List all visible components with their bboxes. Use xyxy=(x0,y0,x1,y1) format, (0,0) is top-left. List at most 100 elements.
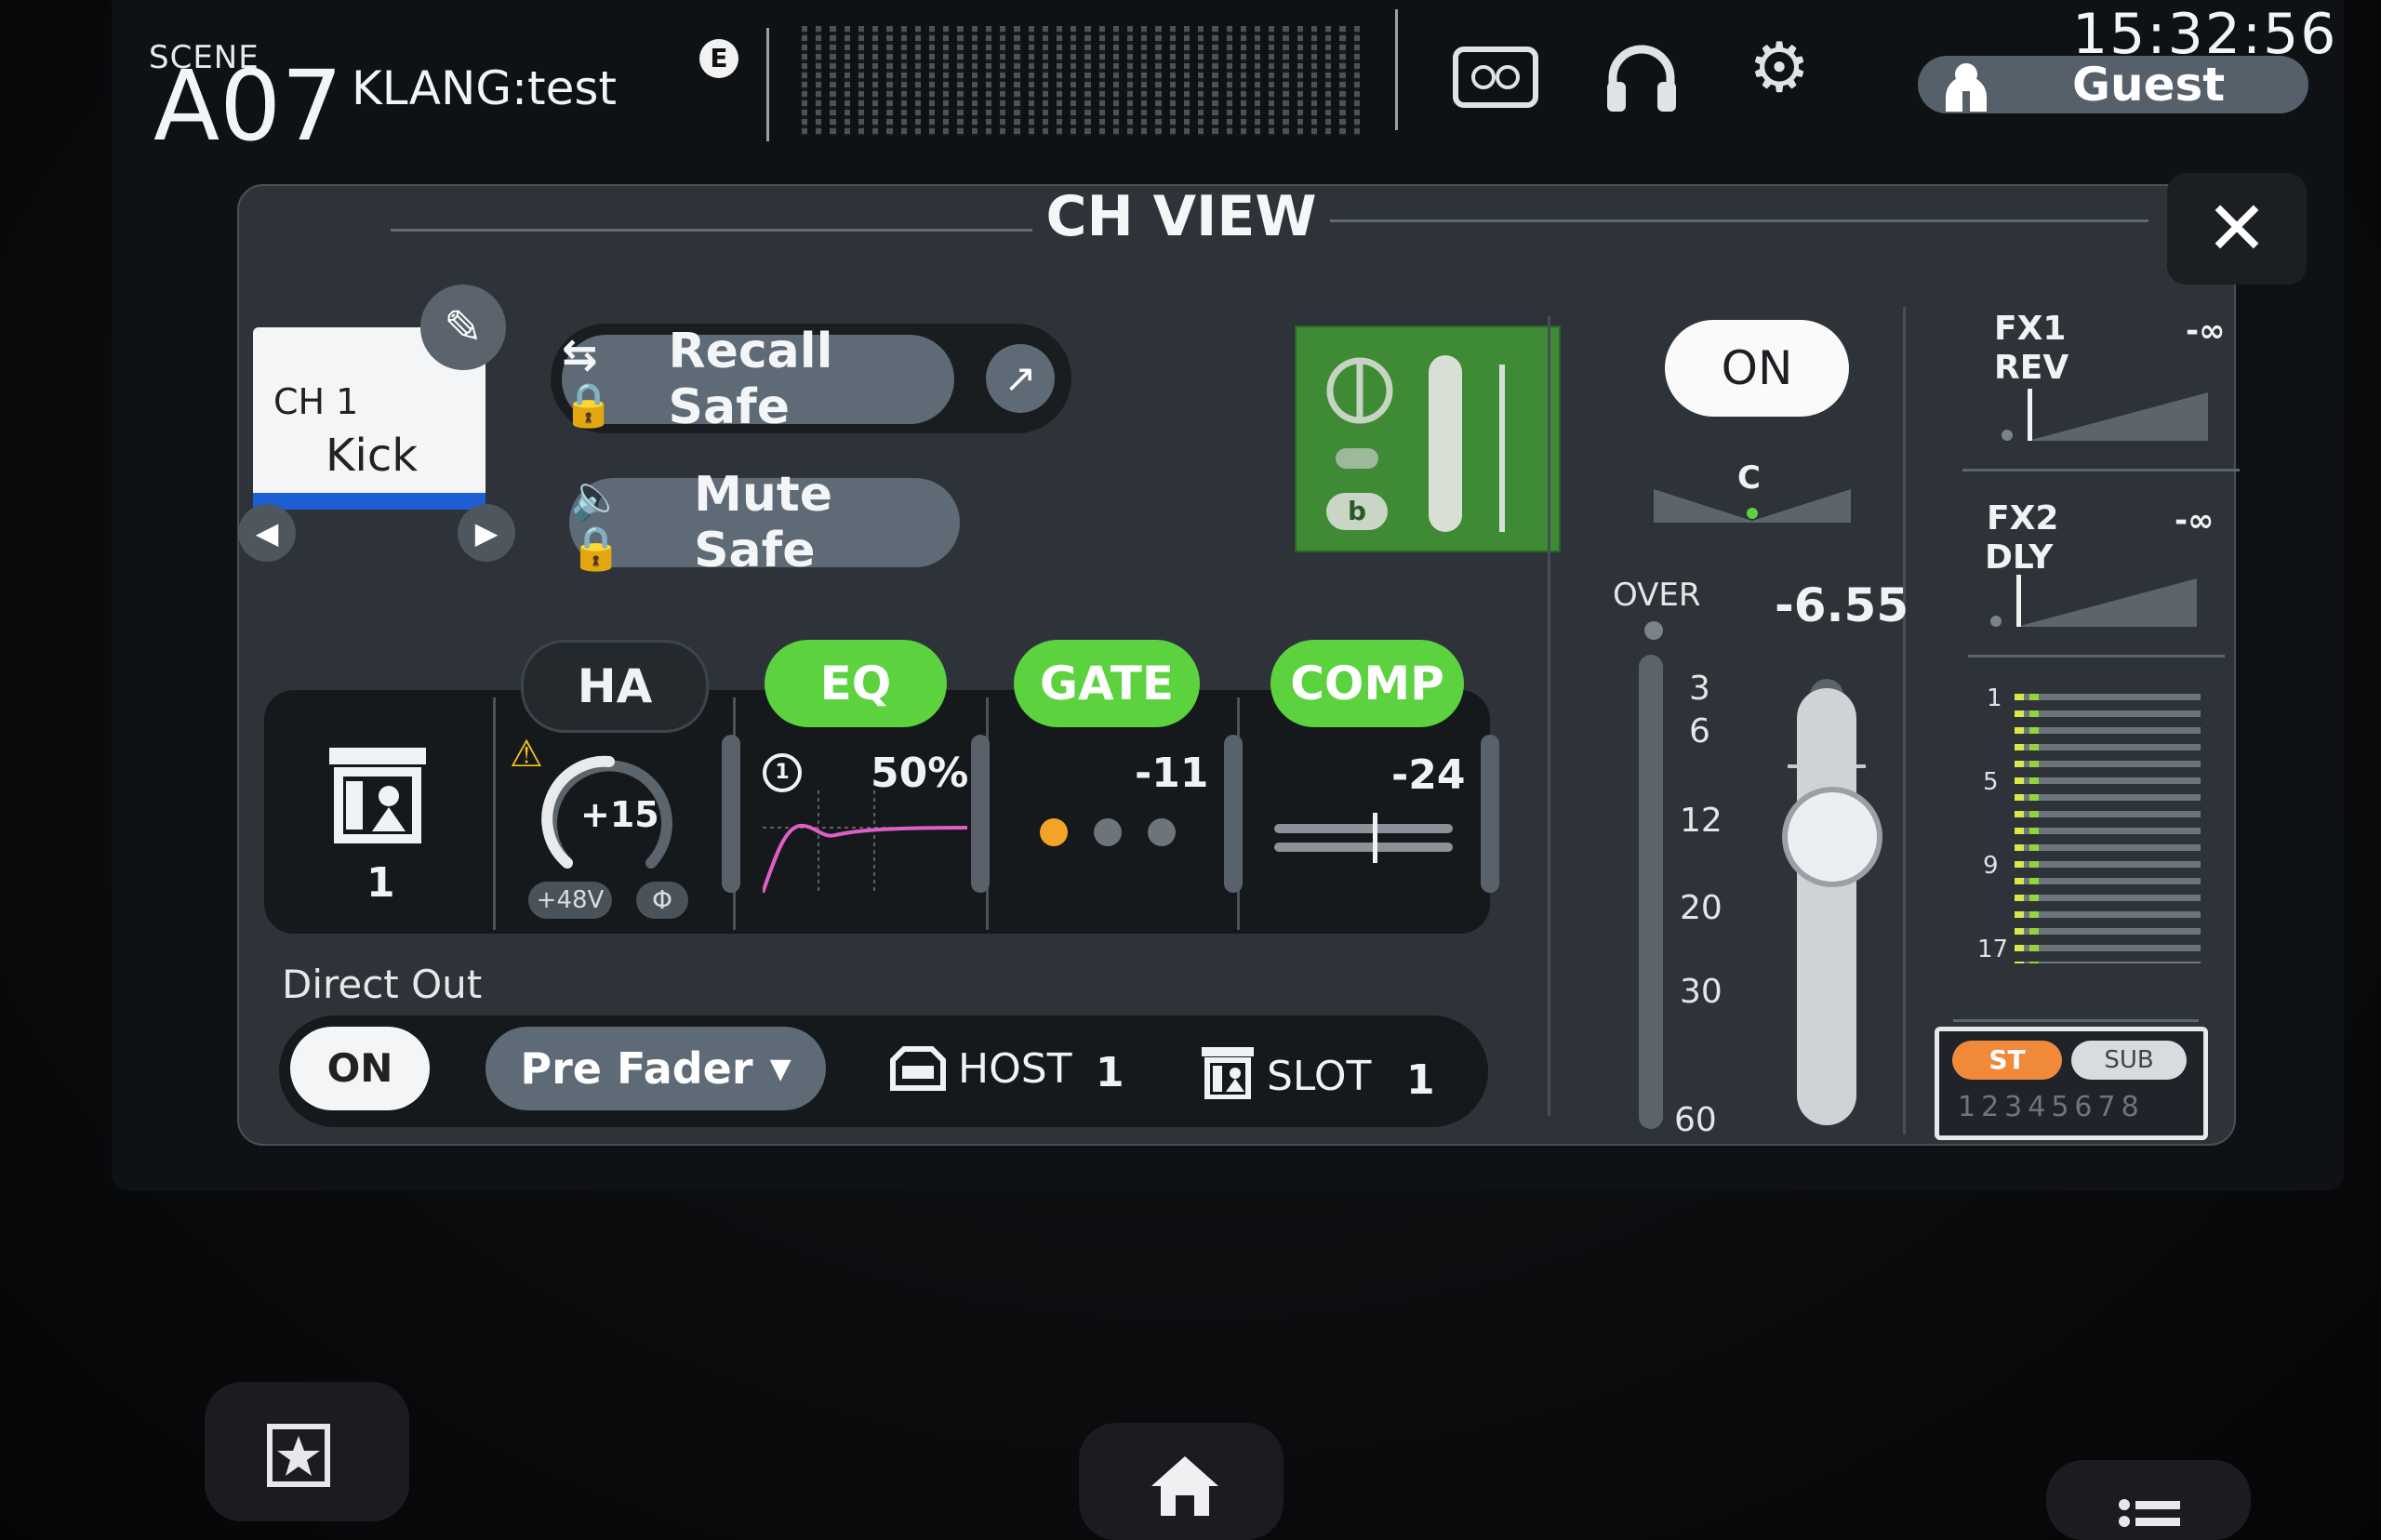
pan-value: C xyxy=(1737,459,1761,497)
home-icon xyxy=(1151,1456,1218,1516)
panel-title: CH VIEW xyxy=(1045,184,1317,249)
channel-number: CH 1 xyxy=(273,381,359,422)
input-marker xyxy=(1499,365,1505,532)
tab-eq[interactable]: EQ xyxy=(765,640,947,727)
menu-key[interactable] xyxy=(2046,1460,2251,1540)
tab-comp[interactable]: COMP xyxy=(1270,640,1464,727)
usb-host-icon xyxy=(890,1046,946,1091)
headphones-icon[interactable] xyxy=(1602,37,1682,115)
gate-indicator-1 xyxy=(1040,818,1068,846)
host-label: HOST xyxy=(958,1045,1072,1093)
topbar-divider xyxy=(766,28,769,141)
fx1-name: FX1 xyxy=(1994,310,2067,348)
user-name: Guest xyxy=(2072,58,2226,112)
fx1-send-slope[interactable] xyxy=(1990,385,2214,443)
mute-safe-button[interactable]: 🔈🔒 Mute Safe xyxy=(569,467,960,578)
next-channel-button[interactable]: ▶ xyxy=(458,504,515,562)
user-icon xyxy=(1946,63,1987,112)
recorder-icon[interactable] xyxy=(1453,46,1538,108)
eq-cell[interactable]: 1 50% xyxy=(750,735,984,921)
phantom-power-indicator[interactable]: +48V xyxy=(528,882,612,919)
mix-number-5: 5 xyxy=(1983,768,1999,796)
gate-indicator-2 xyxy=(1094,818,1122,846)
gate-mini-fader[interactable] xyxy=(1224,735,1243,893)
mix-send-led-column xyxy=(2029,694,2039,963)
comp-level-bar xyxy=(1274,843,1453,852)
comp-marker xyxy=(1373,813,1377,863)
slot-icon xyxy=(1202,1047,1254,1099)
input-number: 1 xyxy=(366,859,395,907)
star-bookmark-icon xyxy=(267,1424,330,1487)
direct-out-on-button[interactable]: ON xyxy=(290,1027,430,1110)
input-routing-widget[interactable]: b xyxy=(1295,325,1561,552)
phase-indicator[interactable]: Φ xyxy=(636,882,688,919)
fx1-type: REV xyxy=(1994,349,2069,387)
edit-name-pencil-icon[interactable]: ✎ xyxy=(420,285,506,370)
home-key[interactable] xyxy=(1079,1423,1284,1540)
channel-on-button[interactable]: ON xyxy=(1665,320,1849,417)
host-value[interactable]: 1 xyxy=(1096,1049,1124,1096)
sub-assign-button[interactable]: SUB xyxy=(2071,1041,2187,1080)
menu-icon xyxy=(2119,1499,2180,1527)
comp-cell[interactable]: -24 xyxy=(1252,735,1488,921)
meter-scale-12: 12 xyxy=(1680,802,1723,840)
mix-number-1: 1 xyxy=(1987,684,2002,712)
fader-track[interactable] xyxy=(1797,688,1856,1125)
user-defined-key[interactable] xyxy=(205,1382,409,1521)
scene-name[interactable]: KLANG:test xyxy=(352,61,617,115)
comp-gr-bar xyxy=(1274,824,1453,833)
fader-knob[interactable] xyxy=(1782,787,1882,887)
external-link-icon[interactable]: ↗ xyxy=(986,344,1055,413)
mix-send-bars xyxy=(2015,694,2201,963)
recall-safe-button[interactable]: ⇆🔒 Recall Safe xyxy=(562,324,954,435)
scene-number[interactable]: A07 xyxy=(153,58,342,154)
slot-value[interactable]: 1 xyxy=(1406,1056,1435,1104)
gate-threshold: -11 xyxy=(1135,750,1209,797)
over-led xyxy=(1644,621,1663,640)
topbar-meter-bridge[interactable] xyxy=(802,26,1360,136)
fader-level: -6.55 xyxy=(1775,578,1909,632)
fx2-send-slope[interactable] xyxy=(1979,571,2202,629)
channel-level-meter xyxy=(1639,655,1663,1129)
proc-divider xyxy=(493,697,496,930)
chevron-down-icon: ▼ xyxy=(769,1052,791,1085)
over-label: OVER xyxy=(1613,577,1701,614)
gate-cell[interactable]: -11 xyxy=(1001,735,1233,921)
input-patch-cell[interactable]: 1 xyxy=(266,692,493,934)
st-assign-button[interactable]: ST xyxy=(1952,1041,2062,1080)
input-port-icon xyxy=(329,748,426,843)
fx2-name: FX2 xyxy=(1987,499,2059,538)
title-rule-left xyxy=(391,229,1032,232)
direct-out-point-select[interactable]: Pre Fader ▼ xyxy=(486,1027,826,1110)
fx2-level: -∞ xyxy=(2175,502,2215,539)
direct-out-label: Direct Out xyxy=(282,962,483,1007)
fx1-level: -∞ xyxy=(2186,312,2226,350)
ha-cell[interactable]: ⚠ +15 +48V Φ xyxy=(497,729,733,934)
mix-send-led-column xyxy=(2015,694,2024,963)
tab-gate[interactable]: GATE xyxy=(1014,640,1200,727)
meter-scale-3: 3 xyxy=(1689,670,1710,708)
warning-icon: ⚠ xyxy=(510,733,543,776)
eq-mini-fader[interactable] xyxy=(971,735,990,893)
title-rule-right xyxy=(1330,219,2148,222)
matrix-assign-numbers: 12345678 xyxy=(1958,1091,2145,1123)
comp-mini-fader[interactable] xyxy=(1481,735,1499,893)
prev-channel-button[interactable]: ◀ xyxy=(238,504,296,562)
mute-lock-icon: 🔈🔒 xyxy=(569,471,623,573)
stereo-link-icon xyxy=(1326,357,1393,424)
fx-divider xyxy=(1953,1019,2199,1022)
comp-threshold: -24 xyxy=(1391,751,1466,799)
ha-mini-fader[interactable] xyxy=(722,735,740,893)
meter-scale-20: 20 xyxy=(1680,889,1723,927)
gate-indicator-3 xyxy=(1148,818,1176,846)
section-divider xyxy=(1903,307,1906,1135)
topbar-divider xyxy=(1395,9,1398,130)
mix-send-meters[interactable]: 1 5 9 17 xyxy=(1977,684,2210,973)
close-button[interactable]: ✕ xyxy=(2167,173,2307,285)
bus-assign-box[interactable]: ST SUB 12345678 xyxy=(1935,1027,2208,1140)
mix-number-17: 17 xyxy=(1977,936,2009,963)
gear-icon[interactable]: ⚙ xyxy=(1749,33,1810,102)
mute-safe-label: Mute Safe xyxy=(694,467,832,578)
tab-ha[interactable]: HA xyxy=(521,640,709,733)
b-label: b xyxy=(1326,493,1388,530)
